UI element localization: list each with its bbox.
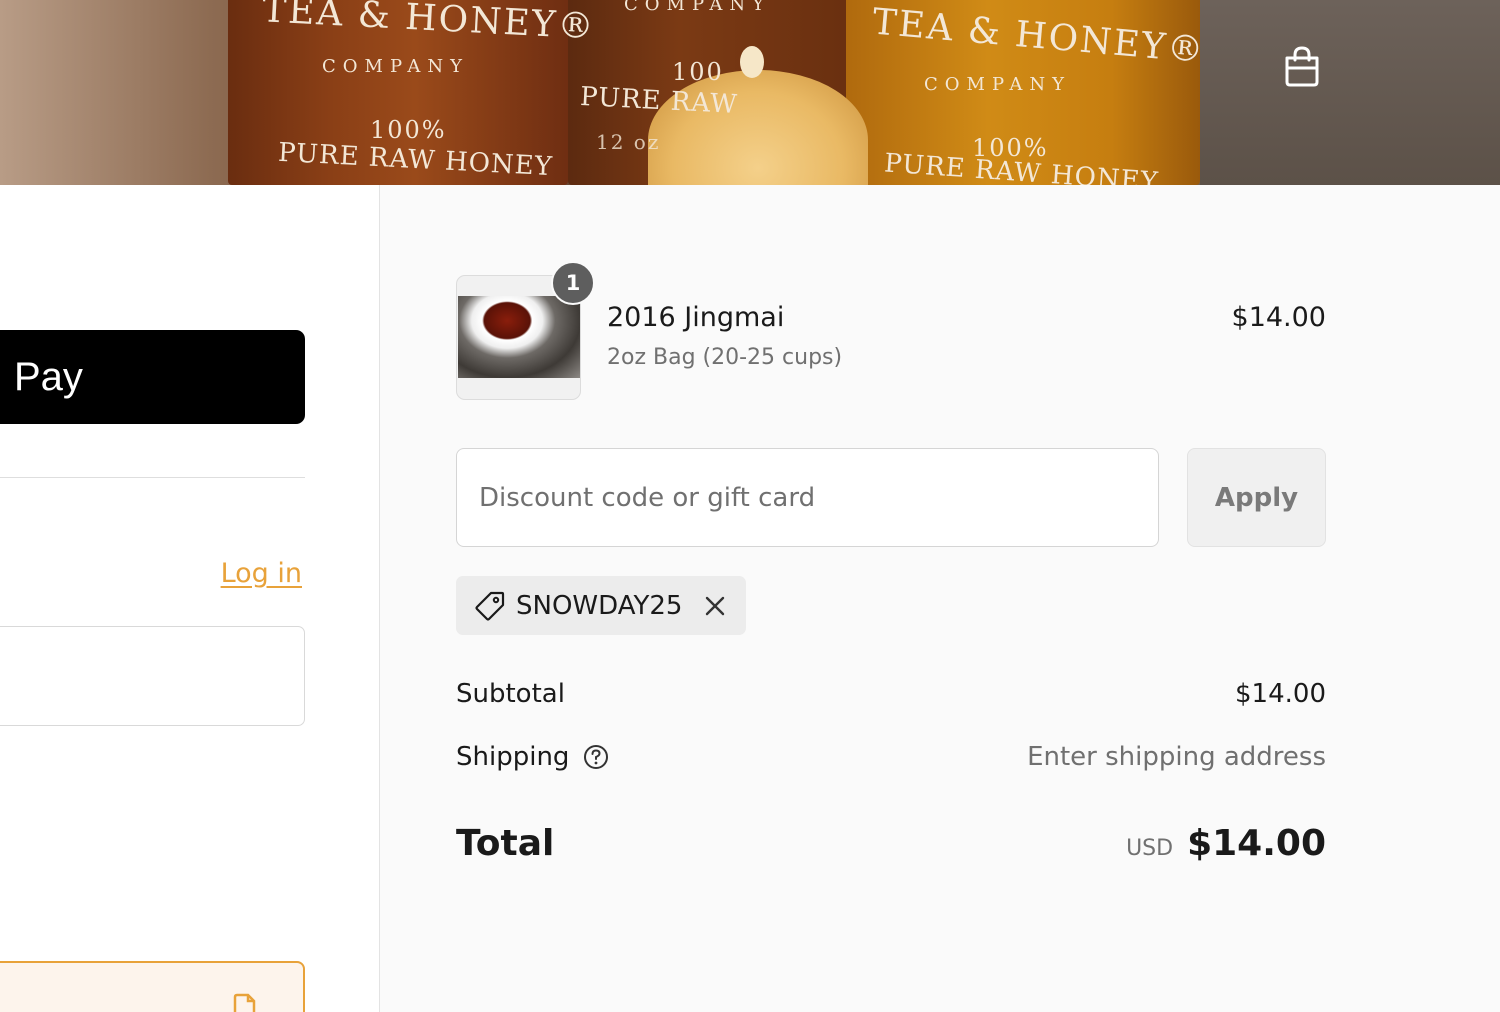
total-value: $14.00 (1187, 823, 1326, 864)
jar-label-company: COMPANY (624, 0, 772, 15)
tag-icon (475, 591, 505, 621)
express-pay-label: Pay (14, 354, 83, 399)
product-name: 2016 Jingmai (607, 302, 785, 333)
product-price: $14.00 (1231, 302, 1326, 333)
help-icon[interactable] (583, 744, 609, 770)
header-banner-image: TEA & HONEY® COMPANY 100% PURE RAW HONEY… (0, 0, 1500, 185)
total-label: Total (456, 823, 555, 864)
applied-discount-tag: SNOWDAY25 (456, 576, 747, 635)
shipping-label: Shipping (456, 742, 570, 772)
shopping-bag-icon[interactable] (1282, 44, 1322, 88)
banner-background (1200, 0, 1500, 185)
shipping-row-label: Shipping (456, 742, 609, 772)
jar-label-company: COMPANY (924, 74, 1072, 95)
shipping-value: Enter shipping address (1027, 742, 1326, 772)
jar-label-percent: 100% (370, 116, 447, 144)
package-icon (233, 993, 256, 1012)
quantity-badge: 1 (551, 261, 595, 305)
discount-code-input[interactable] (456, 448, 1159, 547)
divider (0, 477, 305, 478)
jar-label-percent: 100 (672, 58, 724, 86)
jar-label-company: COMPANY (322, 56, 470, 77)
discount-code-label: SNOWDAY25 (516, 590, 683, 621)
email-field[interactable] (0, 626, 305, 726)
subtotal-label: Subtotal (456, 679, 565, 709)
candle-wick (740, 46, 764, 78)
total-amount: USD $14.00 (1126, 823, 1326, 864)
remove-discount-icon[interactable] (702, 593, 728, 619)
login-link[interactable]: Log in (221, 558, 302, 589)
checkout-form-column: Pay Log in (0, 185, 380, 1012)
apply-discount-button[interactable]: Apply (1187, 448, 1326, 547)
product-variant: 2oz Bag (20-25 cups) (607, 345, 843, 370)
jar-label-size: 12 oz (596, 130, 661, 154)
shipping-method-option[interactable] (0, 961, 305, 1012)
currency-code: USD (1126, 836, 1174, 861)
subtotal-value: $14.00 (1235, 679, 1326, 709)
tea-cup-image (458, 296, 580, 378)
express-pay-button[interactable]: Pay (0, 330, 305, 424)
